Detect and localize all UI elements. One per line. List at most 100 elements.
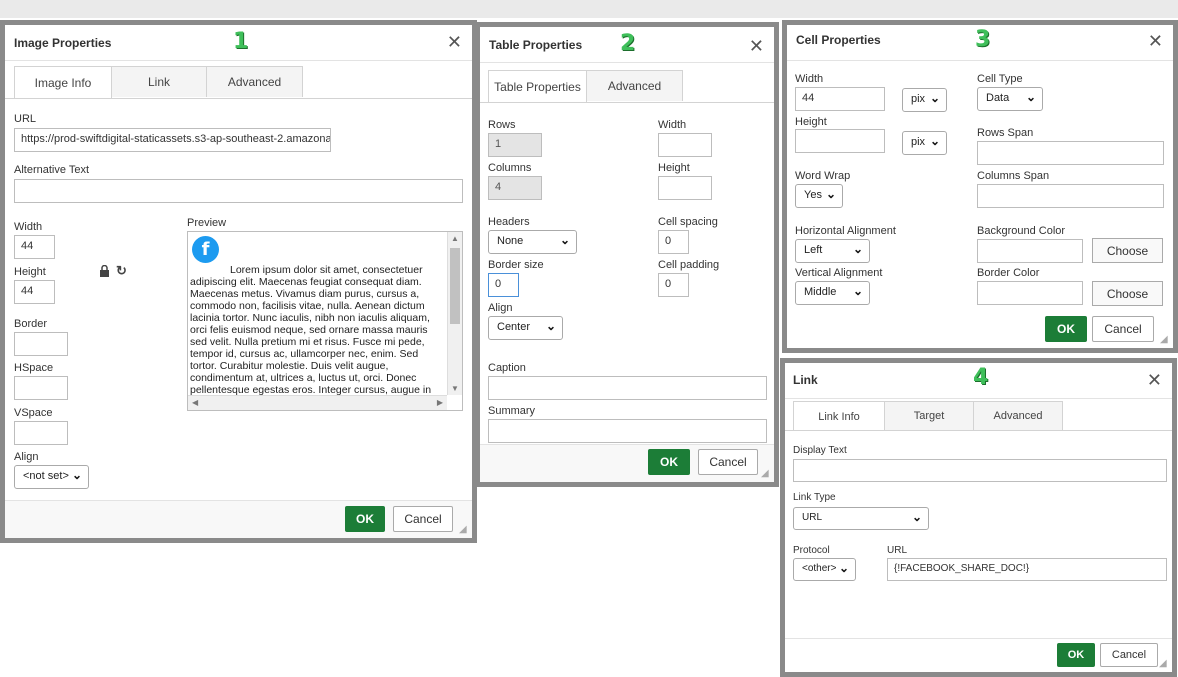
cancel-button[interactable]: Cancel [393,506,453,532]
link-type-select[interactable]: URL ⌄ [793,507,929,530]
rows-input: 1 [488,133,542,157]
scroll-right-icon[interactable]: ▶ [437,398,443,407]
height-label: Height [14,266,46,278]
cancel-button[interactable]: Cancel [1092,316,1154,342]
height-unit-select[interactable]: pix ⌄ [902,131,947,155]
display-text-input[interactable] [793,459,1167,482]
width-input[interactable] [658,133,712,157]
choose-background-color-button[interactable]: Choose [1092,238,1163,263]
cancel-button[interactable]: Cancel [698,449,758,475]
preview-pane[interactable]: f Lorem ipsum dolor sit amet, consectetu… [187,231,463,411]
cell-type-select[interactable]: Data ⌄ [977,87,1043,111]
border-input[interactable] [14,332,68,356]
resize-grip-icon[interactable]: ◢ [459,525,469,535]
align-select[interactable]: Center ⌄ [488,316,563,340]
cancel-button[interactable]: Cancel [1100,643,1158,667]
width-label: Width [658,119,687,131]
link-dialog: Link 4 ✕ Link Info Target Advanced Displ… [780,358,1177,677]
dialog-title: Cell Properties [796,33,881,47]
background-color-input[interactable] [977,239,1083,263]
ok-button[interactable]: OK [1045,316,1087,342]
height-label: Height [795,116,827,128]
tab-advanced[interactable]: Advanced [973,401,1063,430]
close-icon[interactable]: ✕ [447,32,462,53]
height-input[interactable] [795,129,885,153]
horizontal-alignment-label: Horizontal Alignment [795,225,896,237]
align-label: Align [14,451,39,463]
chevron-down-icon: ⌄ [71,468,82,482]
headers-select[interactable]: None ⌄ [488,230,577,254]
border-size-input[interactable]: 0 [488,273,519,297]
step-badge: 1 [233,29,249,54]
cell-properties-dialog: Cell Properties 3 ✕ Width 44 pix ⌄ Heigh… [782,20,1178,353]
tab-table-properties[interactable]: Table Properties [488,70,587,102]
reset-icon[interactable]: ↻ [116,263,127,279]
link-type-value: URL [802,512,823,523]
cell-padding-input[interactable]: 0 [658,273,689,297]
url-input[interactable]: {!FACEBOOK_SHARE_DOC!} [887,558,1167,581]
caption-label: Caption [488,362,526,374]
dialog-footer: OK Cancel ◢ [5,500,472,538]
align-value: <not set> [23,470,69,482]
height-input[interactable]: 44 [14,280,55,304]
ok-button[interactable]: OK [345,506,385,532]
vertical-alignment-select[interactable]: Middle ⌄ [795,281,870,305]
close-icon[interactable]: ✕ [749,36,764,57]
url-input[interactable]: https://prod-swiftdigital-staticassets.s… [14,128,331,152]
ok-button[interactable]: OK [1057,643,1095,667]
vspace-input[interactable] [14,421,68,445]
lock-icon[interactable] [99,264,110,280]
summary-input[interactable] [488,419,767,443]
alt-text-input[interactable] [14,179,463,203]
background-color-label: Background Color [977,225,1066,237]
tab-target[interactable]: Target [884,401,974,430]
tab-bar: Table Properties Advanced [488,70,683,102]
step-badge: 3 [975,27,991,52]
tab-link[interactable]: Link [111,66,207,97]
choose-border-color-button[interactable]: Choose [1092,281,1163,306]
columns-label: Columns [488,162,532,174]
hspace-input[interactable] [14,376,68,400]
scroll-thumb[interactable] [450,248,460,324]
protocol-select[interactable]: <other> ⌄ [793,558,856,581]
dialog-header: Cell Properties 3 ✕ [787,25,1173,61]
resize-grip-icon[interactable]: ◢ [1159,659,1169,669]
resize-grip-icon[interactable]: ◢ [1160,335,1170,345]
tab-advanced[interactable]: Advanced [586,70,683,101]
scroll-down-icon[interactable]: ▼ [451,384,459,393]
cell-spacing-input[interactable]: 0 [658,230,689,254]
preview-label: Preview [187,217,227,229]
cell-spacing-label: Cell spacing [658,216,718,228]
preview-horizontal-scrollbar[interactable]: ◀ ▶ [188,395,447,410]
caption-input[interactable] [488,376,767,400]
columns-span-input[interactable] [977,184,1164,208]
close-icon[interactable]: ✕ [1147,370,1162,391]
align-select[interactable]: <not set> ⌄ [14,465,89,489]
scroll-left-icon[interactable]: ◀ [192,398,198,407]
scroll-up-icon[interactable]: ▲ [451,234,459,243]
border-color-input[interactable] [977,281,1083,305]
width-unit-select[interactable]: pix ⌄ [902,88,947,112]
width-unit-value: pix [911,93,926,105]
tab-bar: Link Info Target Advanced [793,401,1063,432]
chevron-down-icon: ⌄ [929,91,940,105]
width-input[interactable]: 44 [795,87,885,111]
step-badge: 4 [973,365,989,390]
horizontal-alignment-select[interactable]: Left ⌄ [795,239,870,263]
width-input[interactable]: 44 [14,235,55,259]
tab-image-info[interactable]: Image Info [14,66,112,98]
headers-label: Headers [488,216,530,228]
preview-vertical-scrollbar[interactable]: ▲ ▼ [447,232,462,395]
close-icon[interactable]: ✕ [1148,31,1163,52]
rows-span-input[interactable] [977,141,1164,165]
tab-advanced[interactable]: Advanced [206,66,303,97]
word-wrap-select[interactable]: Yes ⌄ [795,184,843,208]
dialog-header: Link 4 ✕ [785,363,1172,399]
width-label: Width [795,73,824,85]
height-input[interactable] [658,176,712,200]
protocol-label: Protocol [793,545,830,556]
word-wrap-value: Yes [804,189,822,201]
tab-link-info[interactable]: Link Info [793,401,885,431]
ok-button[interactable]: OK [648,449,690,475]
resize-grip-icon[interactable]: ◢ [761,469,771,479]
